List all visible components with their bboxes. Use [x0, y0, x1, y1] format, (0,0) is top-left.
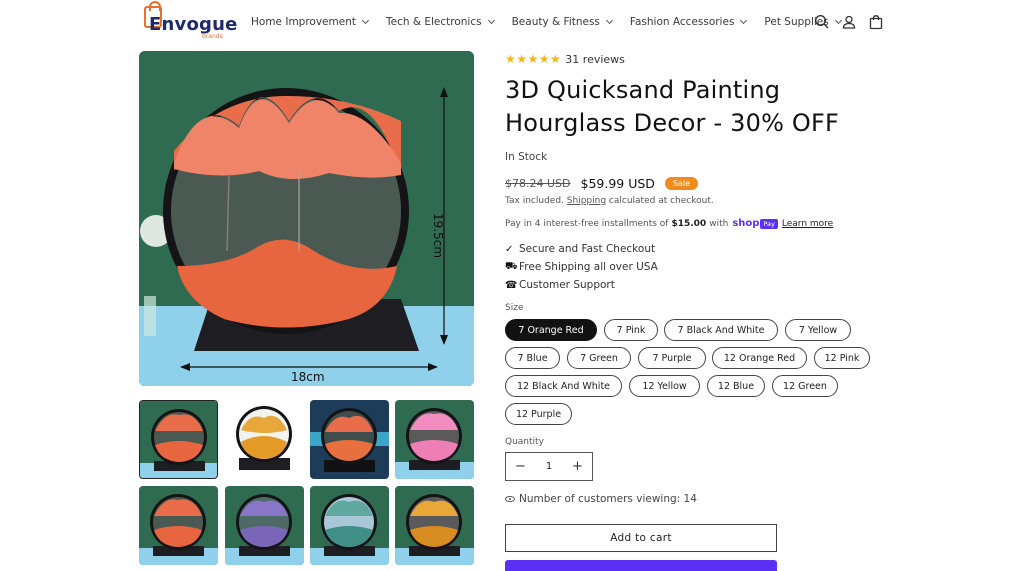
variant-12-black-and-white[interactable]: 12 Black And White [505, 375, 622, 397]
brand-logo[interactable]: Envogue brands [140, 1, 237, 42]
check-icon: ✓ [505, 243, 514, 255]
eye-icon [505, 496, 515, 502]
product-title: 3D Quicksand Painting Hourglass Decor - … [505, 76, 840, 137]
truck-icon: ⛟ [505, 260, 518, 272]
nav-label: Beauty & Fitness [511, 16, 600, 28]
thumbnail-image [225, 400, 304, 479]
nav-item-beauty-fitness[interactable]: Beauty & Fitness [511, 16, 613, 28]
thumbnail-3[interactable] [310, 400, 389, 479]
feature-item: ✓ Secure and Fast Checkout [505, 240, 658, 258]
sale-badge: Sale [664, 177, 699, 190]
thumbnail-7[interactable] [310, 486, 389, 565]
height-dimension-label: 19.5cm [431, 213, 445, 259]
thumbnail-5[interactable] [139, 486, 218, 565]
brand-name: Envogue [149, 14, 238, 35]
brand-subtitle: brands [202, 33, 223, 40]
rating-summary[interactable]: ★★★★★ 31 reviews [505, 52, 625, 66]
variant-12-blue[interactable]: 12 Blue [707, 375, 765, 397]
nav-label: Tech & Electronics [385, 16, 482, 28]
viewers-count: Number of customers viewing: 14 [505, 493, 697, 505]
nav-label: Home Improvement [251, 16, 356, 28]
review-count[interactable]: 31 reviews [565, 53, 625, 66]
chevron-down-icon [487, 16, 495, 25]
thumbnail-image [310, 400, 389, 479]
quantity-decrease-button[interactable]: − [506, 453, 535, 480]
variant-7-blue[interactable]: 7 Blue [505, 347, 560, 369]
nav-item-tech-electronics[interactable]: Tech & Electronics [385, 16, 495, 28]
tax-suffix: calculated at checkout. [608, 196, 714, 206]
thumbnail-image [225, 486, 304, 565]
star-rating-icons: ★★★★★ [505, 52, 562, 66]
thumbnail-image [395, 400, 474, 479]
thumbnail-4[interactable] [395, 400, 474, 479]
width-dimension-label: 18cm [291, 370, 325, 384]
nav-item-fashion-accessories[interactable]: Fashion Accessories [629, 16, 748, 28]
sale-price: $59.99 USD [580, 176, 655, 191]
feature-item: ☎ Customer Support [505, 276, 658, 294]
installments-note: Pay in 4 interest-free installments of $… [505, 218, 833, 229]
quantity-increase-button[interactable]: + [563, 453, 592, 480]
main-nav: Home Improvement Tech & Electronics Beau… [251, 16, 859, 28]
hourglass-frame-image [139, 51, 474, 386]
chevron-down-icon [740, 16, 748, 25]
variant-7-green[interactable]: 7 Green [567, 347, 631, 369]
shop-pay-badge: Pay [760, 218, 778, 229]
installments-with: with [709, 218, 729, 229]
viewers-text: Number of customers viewing: 14 [519, 493, 697, 505]
variant-7-purple[interactable]: 7 Purple [638, 347, 706, 369]
thumbnail-8[interactable] [395, 486, 474, 565]
shop-pay-wordmark: shop [732, 218, 760, 229]
tax-prefix: Tax included. [505, 196, 564, 206]
thumbnail-1[interactable] [139, 400, 218, 479]
variant-12-green[interactable]: 12 Green [772, 375, 838, 397]
variant-12-pink[interactable]: 12 Pink [814, 347, 870, 369]
learn-more-link[interactable]: Learn more [782, 219, 833, 229]
site-header: Envogue brands Home Improvement Tech & E… [0, 0, 1024, 46]
feature-label: Free Shipping all over USA [519, 261, 658, 273]
buy-with-shop-pay-button[interactable] [505, 560, 777, 571]
quantity-stepper: − 1 + [505, 452, 593, 481]
feature-label: Secure and Fast Checkout [519, 243, 656, 255]
feature-list: ✓ Secure and Fast Checkout ⛟ Free Shippi… [505, 240, 658, 294]
shop-pay-logo: shop Pay [732, 218, 778, 229]
stock-status: In Stock [505, 151, 548, 163]
price-row: $78.24 USD $59.99 USD Sale [505, 176, 699, 191]
thumbnail-image [310, 486, 389, 565]
tax-note: Tax included. Shipping calculated at che… [505, 196, 714, 206]
feature-item: ⛟ Free Shipping all over USA [505, 258, 658, 276]
variant-12-orange-red[interactable]: 12 Orange Red [712, 347, 807, 369]
phone-icon: ☎ [505, 279, 518, 291]
nav-item-home-improvement[interactable]: Home Improvement [251, 16, 370, 28]
quantity-label: Quantity [505, 437, 544, 447]
search-icon[interactable] [814, 14, 830, 30]
chevron-down-icon [361, 16, 370, 25]
variant-12-purple[interactable]: 12 Purple [505, 403, 572, 425]
variant-7-black-and-white[interactable]: 7 Black And White [664, 319, 778, 341]
installments-prefix: Pay in 4 interest-free installments of [505, 218, 669, 229]
add-to-cart-button[interactable]: Add to cart [505, 524, 777, 552]
thumbnail-image [139, 486, 218, 565]
shipping-link[interactable]: Shipping [567, 196, 606, 206]
feature-label: Customer Support [519, 279, 615, 291]
thumbnail-image [395, 486, 474, 565]
regular-price: $78.24 USD [505, 177, 571, 190]
installments-amount: $15.00 [671, 218, 707, 229]
variant-12-yellow[interactable]: 12 Yellow [629, 375, 700, 397]
thumbnail-2[interactable] [225, 400, 304, 479]
quantity-input[interactable]: 1 [535, 461, 563, 472]
account-icon[interactable] [841, 14, 857, 30]
chevron-down-icon [605, 16, 613, 25]
variant-7-pink[interactable]: 7 Pink [604, 319, 658, 341]
thumbnail-image [140, 401, 217, 478]
cart-icon[interactable] [868, 14, 884, 30]
variant-7-orange-red[interactable]: 7 Orange Red [505, 319, 597, 341]
nav-label: Fashion Accessories [629, 16, 735, 28]
product-main-image[interactable]: 19.5cm 18cm [139, 51, 474, 386]
variant-7-yellow[interactable]: 7 Yellow [785, 319, 851, 341]
thumbnail-6[interactable] [225, 486, 304, 565]
size-label: Size [505, 303, 524, 313]
